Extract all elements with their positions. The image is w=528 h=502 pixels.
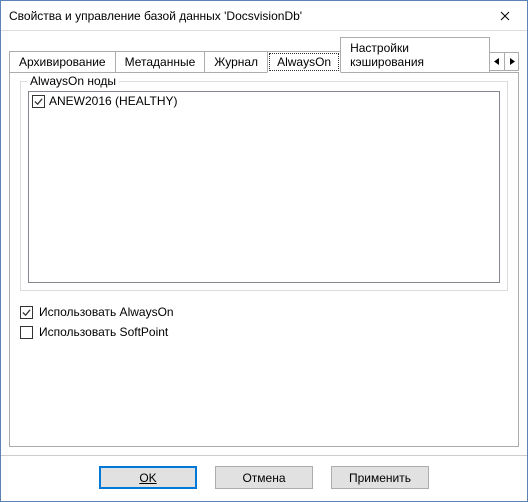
triangle-right-icon	[509, 58, 515, 65]
node-checkbox[interactable]	[32, 95, 45, 108]
tab-journal[interactable]: Журнал	[204, 51, 268, 72]
list-item[interactable]: ANEW2016 (HEALTHY)	[32, 94, 496, 108]
ok-button[interactable]: OK	[99, 466, 197, 489]
apply-button[interactable]: Применить	[331, 466, 429, 489]
tab-scroll-left-button[interactable]	[490, 53, 504, 70]
close-icon	[500, 11, 510, 21]
tab-scroll-right-button[interactable]	[504, 53, 518, 70]
titlebar: Свойства и управление базой данных 'Docs…	[1, 1, 527, 31]
label-use-alwayson: Использовать AlwaysOn	[39, 305, 174, 319]
dialog-window: Свойства и управление базой данных 'Docs…	[0, 0, 528, 502]
tab-scroll-buttons	[489, 52, 519, 71]
cancel-button[interactable]: Отмена	[215, 466, 313, 489]
tab-panel-alwayson: AlwaysOn ноды ANEW2016 (HEALTHY) Использ…	[9, 72, 519, 447]
tab-strip: Архивирование Метаданные Журнал AlwaysOn…	[9, 37, 519, 72]
checkbox-use-softpoint[interactable]	[20, 326, 33, 339]
label-use-softpoint: Использовать SoftPoint	[39, 325, 168, 339]
checkbox-use-alwayson[interactable]	[20, 306, 33, 319]
window-title: Свойства и управление базой данных 'Docs…	[1, 9, 482, 23]
option-use-softpoint[interactable]: Использовать SoftPoint	[20, 325, 508, 339]
tab-metadata[interactable]: Метаданные	[115, 51, 206, 72]
tab-archiving[interactable]: Архивирование	[9, 51, 116, 72]
content-area: Архивирование Метаданные Журнал AlwaysOn…	[1, 31, 527, 455]
tab-alwayson[interactable]: AlwaysOn	[267, 51, 341, 73]
tab-cache-settings[interactable]: Настройки кэширования	[340, 37, 490, 72]
close-button[interactable]	[482, 1, 527, 30]
groupbox-legend: AlwaysOn ноды	[27, 74, 119, 88]
button-bar: OK Отмена Применить	[1, 455, 527, 501]
groupbox-alwayson-nodes: AlwaysOn ноды ANEW2016 (HEALTHY)	[20, 81, 508, 291]
node-label: ANEW2016 (HEALTHY)	[49, 94, 177, 108]
option-use-alwayson[interactable]: Использовать AlwaysOn	[20, 305, 508, 319]
nodes-listbox[interactable]: ANEW2016 (HEALTHY)	[28, 91, 500, 283]
triangle-left-icon	[494, 58, 500, 65]
tabs-container: Архивирование Метаданные Журнал AlwaysOn…	[9, 37, 489, 72]
options-area: Использовать AlwaysOn Использовать SoftP…	[20, 305, 508, 345]
